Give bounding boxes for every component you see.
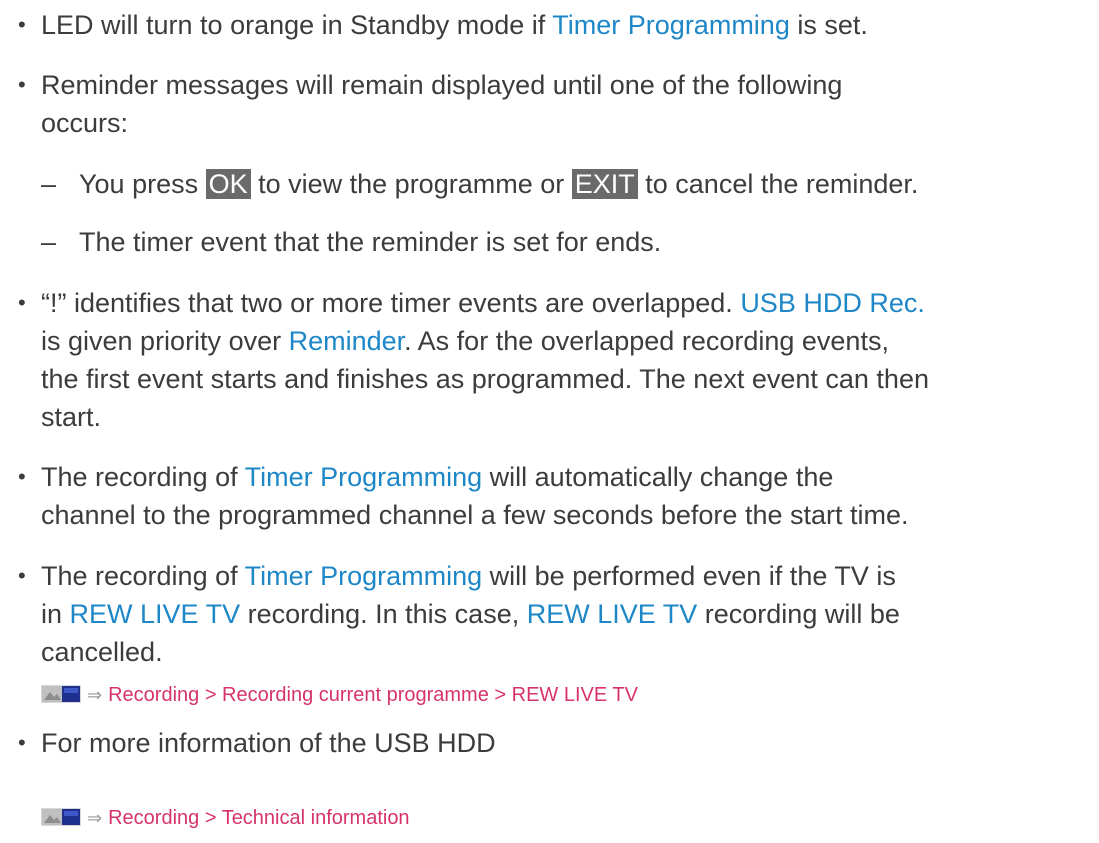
link-timer-programming[interactable]: Timer Programming: [552, 10, 790, 40]
arrow-icon: ⇒: [87, 808, 103, 828]
link-usb-hdd-rec[interactable]: USB HDD Rec.: [740, 288, 925, 318]
arrow-icon: ⇒: [87, 685, 103, 705]
reference-link-rew-live-tv[interactable]: ⇒ Recording > Recording current programme…: [41, 680, 638, 710]
link-timer-programming[interactable]: Timer Programming: [245, 561, 483, 591]
bullet-icon: •: [18, 563, 26, 588]
link-timer-programming[interactable]: Timer Programming: [245, 462, 483, 492]
bullet-icon: •: [18, 72, 26, 97]
dash-icon: –: [41, 227, 57, 257]
dash-icon: –: [41, 169, 57, 199]
link-rew-live-tv[interactable]: REW LIVE TV: [70, 599, 241, 629]
bullet-icon: •: [18, 464, 26, 489]
reference-link-technical-information[interactable]: ⇒ Recording > Technical information: [41, 803, 410, 833]
bullet-icon: •: [18, 12, 26, 37]
bullet-icon: •: [18, 730, 26, 755]
tv-menu-icon: [41, 683, 83, 705]
link-reminder[interactable]: Reminder: [289, 326, 405, 356]
link-rew-live-tv[interactable]: REW LIVE TV: [527, 599, 698, 629]
help-page: • LED will turn to orange in Standby mod…: [0, 0, 1099, 843]
bullet-icon: •: [18, 290, 26, 315]
ok-key: OK: [205, 169, 251, 199]
exit-key: EXIT: [571, 169, 638, 199]
tv-menu-icon: [41, 806, 83, 828]
